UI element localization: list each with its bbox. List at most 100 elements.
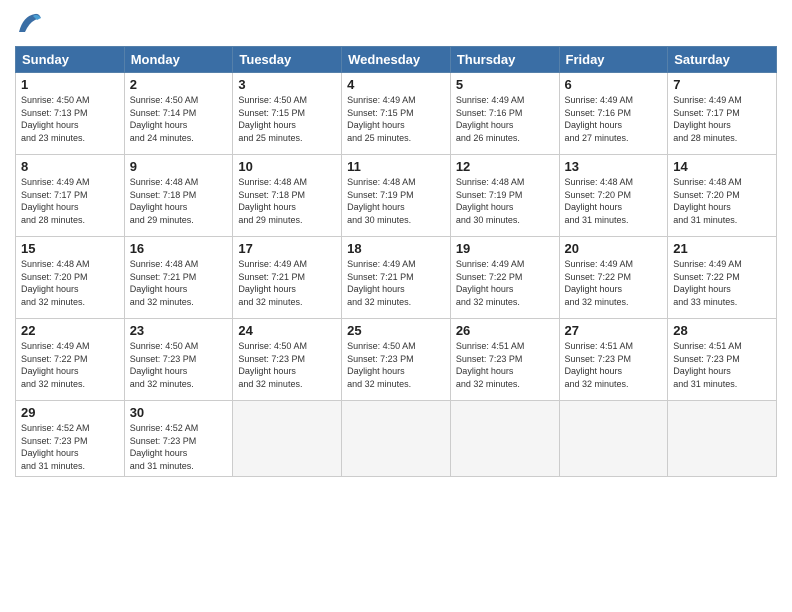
- day-number: 28: [673, 323, 771, 338]
- calendar: SundayMondayTuesdayWednesdayThursdayFrid…: [15, 46, 777, 477]
- calendar-cell: 19 Sunrise: 4:49 AM Sunset: 7:22 PM Dayl…: [450, 237, 559, 319]
- calendar-cell: 13 Sunrise: 4:48 AM Sunset: 7:20 PM Dayl…: [559, 155, 668, 237]
- day-info: Sunrise: 4:52 AM Sunset: 7:23 PM Dayligh…: [130, 422, 228, 472]
- day-info: Sunrise: 4:51 AM Sunset: 7:23 PM Dayligh…: [673, 340, 771, 390]
- day-info: Sunrise: 4:50 AM Sunset: 7:15 PM Dayligh…: [238, 94, 336, 144]
- calendar-cell: 1 Sunrise: 4:50 AM Sunset: 7:13 PM Dayli…: [16, 73, 125, 155]
- weekday-header-tuesday: Tuesday: [233, 47, 342, 73]
- weekday-header-wednesday: Wednesday: [342, 47, 451, 73]
- calendar-cell: 2 Sunrise: 4:50 AM Sunset: 7:14 PM Dayli…: [124, 73, 233, 155]
- weekday-header-friday: Friday: [559, 47, 668, 73]
- day-info: Sunrise: 4:51 AM Sunset: 7:23 PM Dayligh…: [456, 340, 554, 390]
- day-number: 17: [238, 241, 336, 256]
- day-number: 27: [565, 323, 663, 338]
- calendar-cell: 28 Sunrise: 4:51 AM Sunset: 7:23 PM Dayl…: [668, 319, 777, 401]
- weekday-header-monday: Monday: [124, 47, 233, 73]
- day-number: 30: [130, 405, 228, 420]
- page-container: SundayMondayTuesdayWednesdayThursdayFrid…: [0, 0, 792, 612]
- calendar-cell: 7 Sunrise: 4:49 AM Sunset: 7:17 PM Dayli…: [668, 73, 777, 155]
- day-number: 5: [456, 77, 554, 92]
- day-info: Sunrise: 4:48 AM Sunset: 7:19 PM Dayligh…: [347, 176, 445, 226]
- day-number: 23: [130, 323, 228, 338]
- day-info: Sunrise: 4:49 AM Sunset: 7:22 PM Dayligh…: [21, 340, 119, 390]
- calendar-cell: [559, 401, 668, 477]
- day-number: 13: [565, 159, 663, 174]
- day-info: Sunrise: 4:49 AM Sunset: 7:15 PM Dayligh…: [347, 94, 445, 144]
- day-info: Sunrise: 4:49 AM Sunset: 7:22 PM Dayligh…: [456, 258, 554, 308]
- calendar-cell: 29 Sunrise: 4:52 AM Sunset: 7:23 PM Dayl…: [16, 401, 125, 477]
- calendar-cell: 22 Sunrise: 4:49 AM Sunset: 7:22 PM Dayl…: [16, 319, 125, 401]
- calendar-cell: 5 Sunrise: 4:49 AM Sunset: 7:16 PM Dayli…: [450, 73, 559, 155]
- day-info: Sunrise: 4:49 AM Sunset: 7:16 PM Dayligh…: [456, 94, 554, 144]
- calendar-cell: 12 Sunrise: 4:48 AM Sunset: 7:19 PM Dayl…: [450, 155, 559, 237]
- day-number: 29: [21, 405, 119, 420]
- calendar-cell: 21 Sunrise: 4:49 AM Sunset: 7:22 PM Dayl…: [668, 237, 777, 319]
- day-number: 4: [347, 77, 445, 92]
- day-number: 11: [347, 159, 445, 174]
- day-info: Sunrise: 4:50 AM Sunset: 7:23 PM Dayligh…: [347, 340, 445, 390]
- logo-icon: [15, 10, 43, 38]
- day-info: Sunrise: 4:48 AM Sunset: 7:18 PM Dayligh…: [238, 176, 336, 226]
- weekday-header-saturday: Saturday: [668, 47, 777, 73]
- day-number: 21: [673, 241, 771, 256]
- day-number: 16: [130, 241, 228, 256]
- calendar-cell: 9 Sunrise: 4:48 AM Sunset: 7:18 PM Dayli…: [124, 155, 233, 237]
- day-number: 8: [21, 159, 119, 174]
- day-number: 15: [21, 241, 119, 256]
- day-info: Sunrise: 4:49 AM Sunset: 7:17 PM Dayligh…: [21, 176, 119, 226]
- calendar-cell: 24 Sunrise: 4:50 AM Sunset: 7:23 PM Dayl…: [233, 319, 342, 401]
- calendar-cell: 25 Sunrise: 4:50 AM Sunset: 7:23 PM Dayl…: [342, 319, 451, 401]
- calendar-cell: 30 Sunrise: 4:52 AM Sunset: 7:23 PM Dayl…: [124, 401, 233, 477]
- day-number: 25: [347, 323, 445, 338]
- day-info: Sunrise: 4:49 AM Sunset: 7:22 PM Dayligh…: [565, 258, 663, 308]
- calendar-cell: 17 Sunrise: 4:49 AM Sunset: 7:21 PM Dayl…: [233, 237, 342, 319]
- calendar-cell: 27 Sunrise: 4:51 AM Sunset: 7:23 PM Dayl…: [559, 319, 668, 401]
- day-number: 22: [21, 323, 119, 338]
- day-number: 7: [673, 77, 771, 92]
- day-info: Sunrise: 4:50 AM Sunset: 7:14 PM Dayligh…: [130, 94, 228, 144]
- day-info: Sunrise: 4:49 AM Sunset: 7:21 PM Dayligh…: [238, 258, 336, 308]
- day-info: Sunrise: 4:50 AM Sunset: 7:23 PM Dayligh…: [238, 340, 336, 390]
- day-number: 9: [130, 159, 228, 174]
- day-number: 2: [130, 77, 228, 92]
- day-info: Sunrise: 4:48 AM Sunset: 7:20 PM Dayligh…: [673, 176, 771, 226]
- calendar-cell: [668, 401, 777, 477]
- calendar-cell: 26 Sunrise: 4:51 AM Sunset: 7:23 PM Dayl…: [450, 319, 559, 401]
- day-number: 1: [21, 77, 119, 92]
- day-number: 24: [238, 323, 336, 338]
- calendar-cell: 20 Sunrise: 4:49 AM Sunset: 7:22 PM Dayl…: [559, 237, 668, 319]
- day-number: 3: [238, 77, 336, 92]
- day-info: Sunrise: 4:48 AM Sunset: 7:19 PM Dayligh…: [456, 176, 554, 226]
- weekday-header-sunday: Sunday: [16, 47, 125, 73]
- day-number: 26: [456, 323, 554, 338]
- calendar-cell: [450, 401, 559, 477]
- day-number: 12: [456, 159, 554, 174]
- calendar-cell: 11 Sunrise: 4:48 AM Sunset: 7:19 PM Dayl…: [342, 155, 451, 237]
- day-info: Sunrise: 4:48 AM Sunset: 7:20 PM Dayligh…: [565, 176, 663, 226]
- day-info: Sunrise: 4:49 AM Sunset: 7:22 PM Dayligh…: [673, 258, 771, 308]
- calendar-cell: [342, 401, 451, 477]
- calendar-cell: 10 Sunrise: 4:48 AM Sunset: 7:18 PM Dayl…: [233, 155, 342, 237]
- day-number: 14: [673, 159, 771, 174]
- day-number: 19: [456, 241, 554, 256]
- calendar-cell: [233, 401, 342, 477]
- day-info: Sunrise: 4:50 AM Sunset: 7:13 PM Dayligh…: [21, 94, 119, 144]
- calendar-cell: 15 Sunrise: 4:48 AM Sunset: 7:20 PM Dayl…: [16, 237, 125, 319]
- header: [15, 10, 777, 38]
- calendar-cell: 6 Sunrise: 4:49 AM Sunset: 7:16 PM Dayli…: [559, 73, 668, 155]
- calendar-cell: 16 Sunrise: 4:48 AM Sunset: 7:21 PM Dayl…: [124, 237, 233, 319]
- day-info: Sunrise: 4:50 AM Sunset: 7:23 PM Dayligh…: [130, 340, 228, 390]
- day-info: Sunrise: 4:52 AM Sunset: 7:23 PM Dayligh…: [21, 422, 119, 472]
- calendar-cell: 4 Sunrise: 4:49 AM Sunset: 7:15 PM Dayli…: [342, 73, 451, 155]
- calendar-cell: 3 Sunrise: 4:50 AM Sunset: 7:15 PM Dayli…: [233, 73, 342, 155]
- day-info: Sunrise: 4:48 AM Sunset: 7:21 PM Dayligh…: [130, 258, 228, 308]
- weekday-header-thursday: Thursday: [450, 47, 559, 73]
- day-info: Sunrise: 4:49 AM Sunset: 7:17 PM Dayligh…: [673, 94, 771, 144]
- day-info: Sunrise: 4:48 AM Sunset: 7:18 PM Dayligh…: [130, 176, 228, 226]
- day-number: 18: [347, 241, 445, 256]
- day-info: Sunrise: 4:49 AM Sunset: 7:16 PM Dayligh…: [565, 94, 663, 144]
- calendar-cell: 23 Sunrise: 4:50 AM Sunset: 7:23 PM Dayl…: [124, 319, 233, 401]
- day-info: Sunrise: 4:51 AM Sunset: 7:23 PM Dayligh…: [565, 340, 663, 390]
- day-info: Sunrise: 4:48 AM Sunset: 7:20 PM Dayligh…: [21, 258, 119, 308]
- calendar-cell: 18 Sunrise: 4:49 AM Sunset: 7:21 PM Dayl…: [342, 237, 451, 319]
